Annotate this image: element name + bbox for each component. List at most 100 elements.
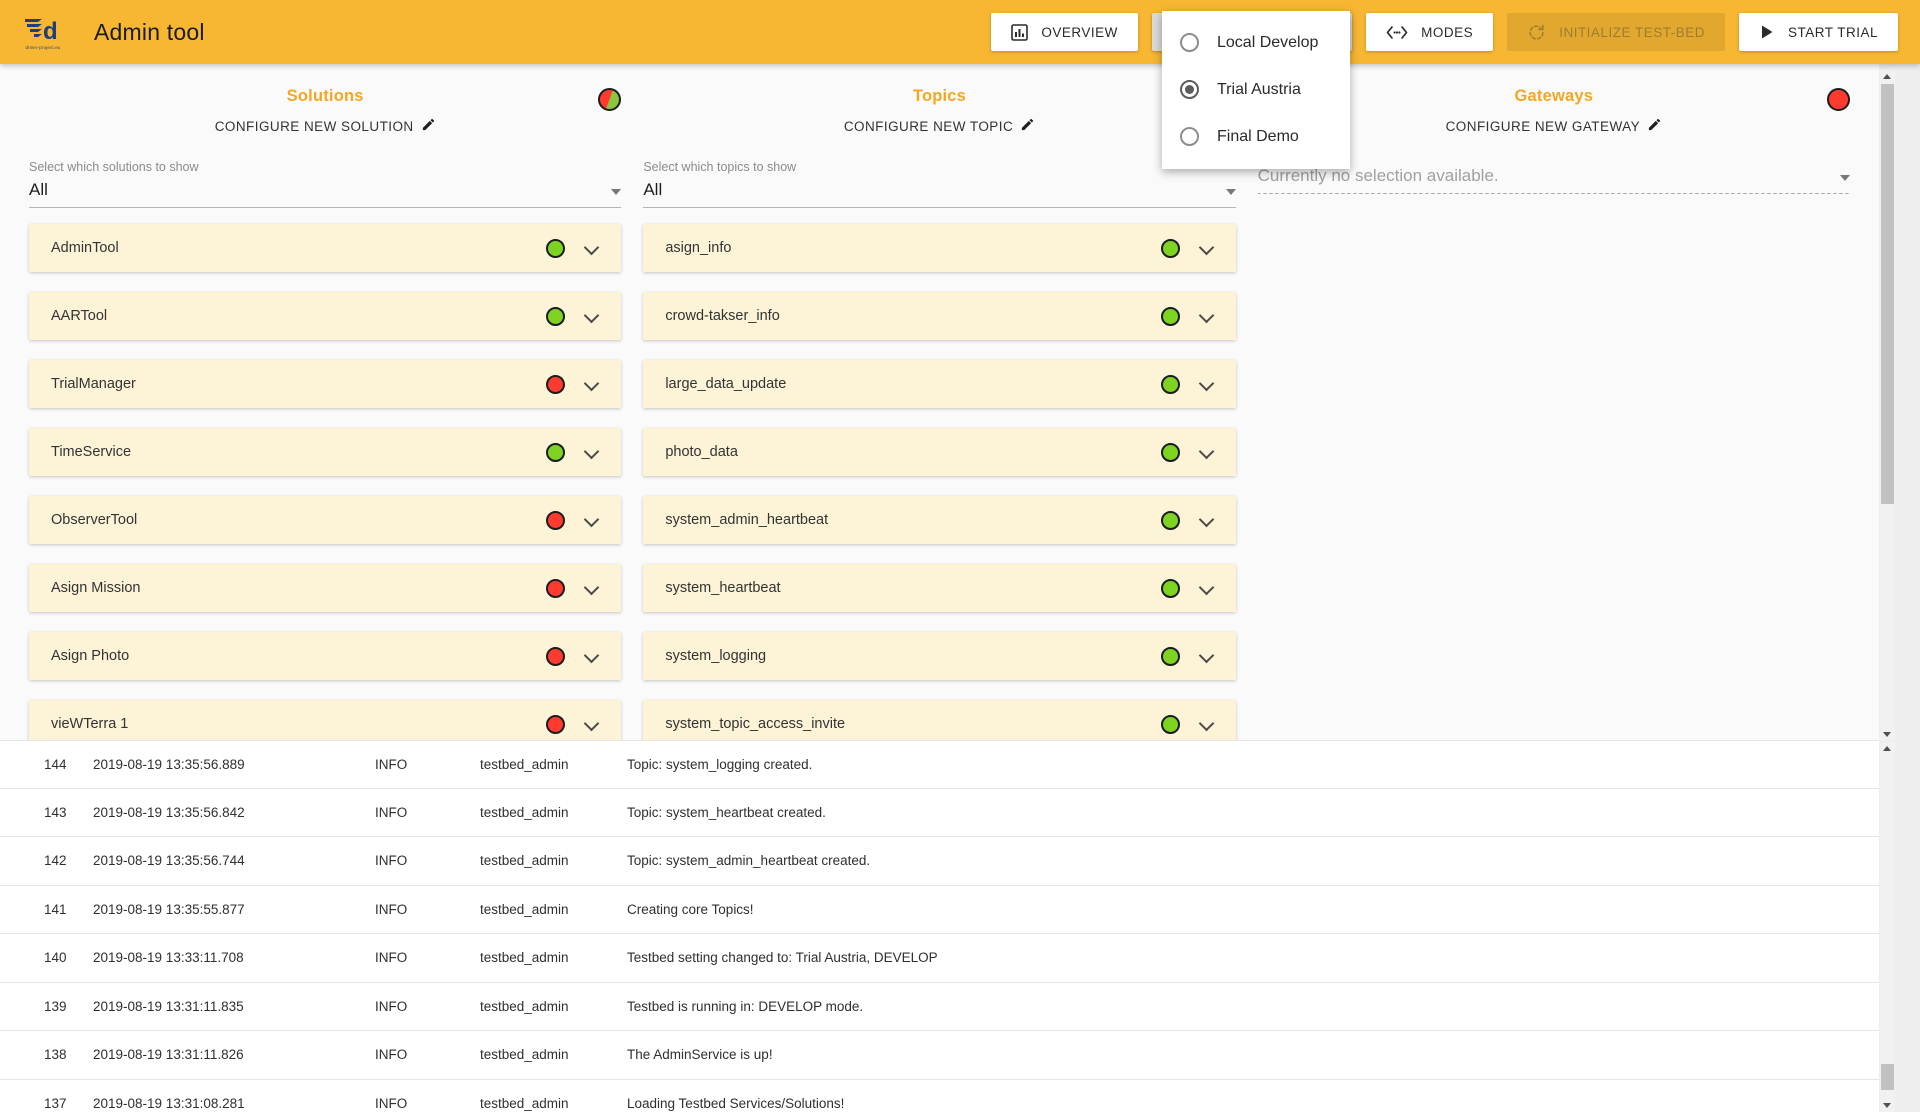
- table-row[interactable]: 141 2019-08-19 13:35:55.877 INFO testbed…: [0, 886, 1879, 934]
- status-dot-red-icon: [546, 646, 566, 666]
- log-message: The AdminService is up!: [627, 1047, 773, 1063]
- expand-chevron-icon[interactable]: [1200, 717, 1214, 731]
- config-menu-item-trial-austria[interactable]: Trial Austria: [1162, 66, 1350, 113]
- expand-chevron-icon[interactable]: [585, 241, 599, 255]
- list-item[interactable]: system_admin_heartbeat: [643, 496, 1236, 544]
- log-id: 144: [44, 756, 67, 772]
- expand-chevron-icon[interactable]: [585, 649, 599, 663]
- config-menu-item-label: Final Demo: [1217, 127, 1299, 145]
- start-trial-button[interactable]: START TRIAL: [1738, 13, 1898, 51]
- log-level: INFO: [375, 853, 408, 869]
- chevron-down-icon: [611, 189, 622, 195]
- solutions-filter-value: All: [29, 180, 48, 199]
- expand-chevron-icon[interactable]: [1200, 513, 1214, 527]
- logo-caption: driver-project.eu: [25, 45, 61, 50]
- scroll-down-arrow-icon[interactable]: [1883, 732, 1891, 737]
- gateways-filter-select: Currently no selection available.: [1257, 166, 1850, 194]
- initialize-testbed-button-label: INITIALIZE TEST-BED: [1559, 24, 1705, 40]
- panels-scrollbar-thumb[interactable]: [1881, 84, 1894, 504]
- log-level: INFO: [375, 1047, 408, 1063]
- solution-name: vieWTerra 1: [51, 716, 129, 732]
- solution-name: AARTool: [51, 308, 108, 324]
- status-dot-green-icon: [1160, 374, 1180, 394]
- list-item[interactable]: Asign Mission: [29, 564, 622, 612]
- status-dot-green-icon: [1160, 306, 1180, 326]
- configure-new-topic-button[interactable]: CONFIGURE NEW TOPIC: [637, 117, 1241, 135]
- radio-checked-icon[interactable]: [1180, 80, 1199, 99]
- log-scrollbar[interactable]: [1880, 742, 1895, 1112]
- scroll-up-arrow-icon[interactable]: [1883, 746, 1891, 751]
- overview-button-label: OVERVIEW: [1041, 24, 1118, 40]
- table-row[interactable]: 142 2019-08-19 13:35:56.744 INFO testbed…: [0, 837, 1879, 886]
- list-item[interactable]: AARTool: [29, 292, 622, 340]
- topics-list: asign_info crowd-takser_info large_data_…: [637, 224, 1241, 740]
- expand-chevron-icon[interactable]: [585, 445, 599, 459]
- overview-button[interactable]: OVERVIEW: [991, 13, 1138, 51]
- solutions-filter-select[interactable]: All: [29, 180, 622, 208]
- table-row[interactable]: 138 2019-08-19 13:31:11.826 INFO testbed…: [0, 1031, 1879, 1080]
- expand-chevron-icon[interactable]: [1200, 445, 1214, 459]
- log-user: testbed_admin: [480, 756, 569, 772]
- expand-chevron-icon[interactable]: [1200, 649, 1214, 663]
- configure-new-gateway-label: CONFIGURE NEW GATEWAY: [1445, 118, 1641, 134]
- list-item[interactable]: vieWTerra 1: [29, 700, 622, 740]
- list-item[interactable]: large_data_update: [643, 360, 1236, 408]
- expand-chevron-icon[interactable]: [585, 717, 599, 731]
- expand-chevron-icon[interactable]: [585, 309, 599, 323]
- list-item[interactable]: AdminTool: [29, 224, 622, 272]
- config-menu-item-final-demo[interactable]: Final Demo: [1162, 113, 1350, 160]
- list-item[interactable]: ObserverTool: [29, 496, 622, 544]
- log-user: testbed_admin: [480, 804, 569, 820]
- bar-chart-icon: [1011, 23, 1029, 41]
- expand-chevron-icon[interactable]: [585, 581, 599, 595]
- radio-unchecked-icon[interactable]: [1180, 127, 1199, 146]
- panels-scrollbar[interactable]: [1880, 70, 1895, 740]
- solution-name: Asign Photo: [51, 648, 130, 664]
- scroll-up-arrow-icon[interactable]: [1883, 74, 1891, 79]
- radio-unchecked-icon[interactable]: [1180, 33, 1199, 52]
- list-item[interactable]: TimeService: [29, 428, 622, 476]
- table-row[interactable]: 140 2019-08-19 13:33:11.708 INFO testbed…: [0, 934, 1879, 983]
- table-row[interactable]: 143 2019-08-19 13:35:56.842 INFO testbed…: [0, 789, 1879, 837]
- log-level: INFO: [375, 950, 408, 966]
- table-row[interactable]: 144 2019-08-19 13:35:56.889 INFO testbed…: [0, 740, 1879, 789]
- configure-new-solution-label: CONFIGURE NEW SOLUTION: [214, 118, 414, 134]
- expand-chevron-icon[interactable]: [585, 513, 599, 527]
- list-item[interactable]: TrialManager: [29, 360, 622, 408]
- expand-chevron-icon[interactable]: [1200, 241, 1214, 255]
- expand-chevron-icon[interactable]: [585, 377, 599, 391]
- list-item[interactable]: photo_data: [643, 428, 1236, 476]
- list-item[interactable]: crowd-takser_info: [643, 292, 1236, 340]
- list-item[interactable]: Asign Photo: [29, 632, 622, 680]
- app-header: d driver-project.eu Admin tool OVERVIEW …: [0, 0, 1920, 64]
- status-dot-red-icon: [546, 510, 566, 530]
- expand-chevron-icon[interactable]: [1200, 581, 1214, 595]
- modes-button-label: MODES: [1421, 24, 1474, 40]
- log-id: 138: [44, 1047, 67, 1063]
- initialize-testbed-button[interactable]: INITIALIZE TEST-BED: [1507, 13, 1725, 51]
- code-brackets-icon: [1386, 25, 1408, 40]
- scroll-down-arrow-icon[interactable]: [1883, 1103, 1891, 1108]
- config-menu-item-local-develop[interactable]: Local Develop: [1162, 19, 1350, 66]
- log-message: Loading Testbed Services/Solutions!: [627, 1095, 845, 1111]
- list-item[interactable]: system_logging: [643, 632, 1236, 680]
- log-id: 140: [44, 950, 67, 966]
- app-logo: d driver-project.eu: [14, 9, 72, 55]
- table-row[interactable]: 137 2019-08-19 13:31:08.281 INFO testbed…: [0, 1080, 1879, 1112]
- log-timestamp: 2019-08-19 13:31:11.835: [93, 998, 244, 1014]
- configure-new-solution-button[interactable]: CONFIGURE NEW SOLUTION: [23, 117, 627, 135]
- solution-name: TimeService: [51, 444, 132, 460]
- log-scrollbar-thumb[interactable]: [1881, 1064, 1894, 1090]
- list-item[interactable]: system_topic_access_invite: [643, 700, 1236, 740]
- topics-filter-select[interactable]: All: [643, 180, 1236, 208]
- modes-button[interactable]: MODES: [1366, 13, 1494, 51]
- list-item[interactable]: asign_info: [643, 224, 1236, 272]
- expand-chevron-icon[interactable]: [1200, 309, 1214, 323]
- topic-name: system_heartbeat: [665, 580, 781, 596]
- table-row[interactable]: 139 2019-08-19 13:31:11.835 INFO testbed…: [0, 983, 1879, 1031]
- status-dot-green-icon: [1160, 442, 1180, 462]
- log-timestamp: 2019-08-19 13:35:56.842: [93, 804, 245, 820]
- expand-chevron-icon[interactable]: [1200, 377, 1214, 391]
- chevron-down-icon: [1839, 175, 1850, 181]
- list-item[interactable]: system_heartbeat: [643, 564, 1236, 612]
